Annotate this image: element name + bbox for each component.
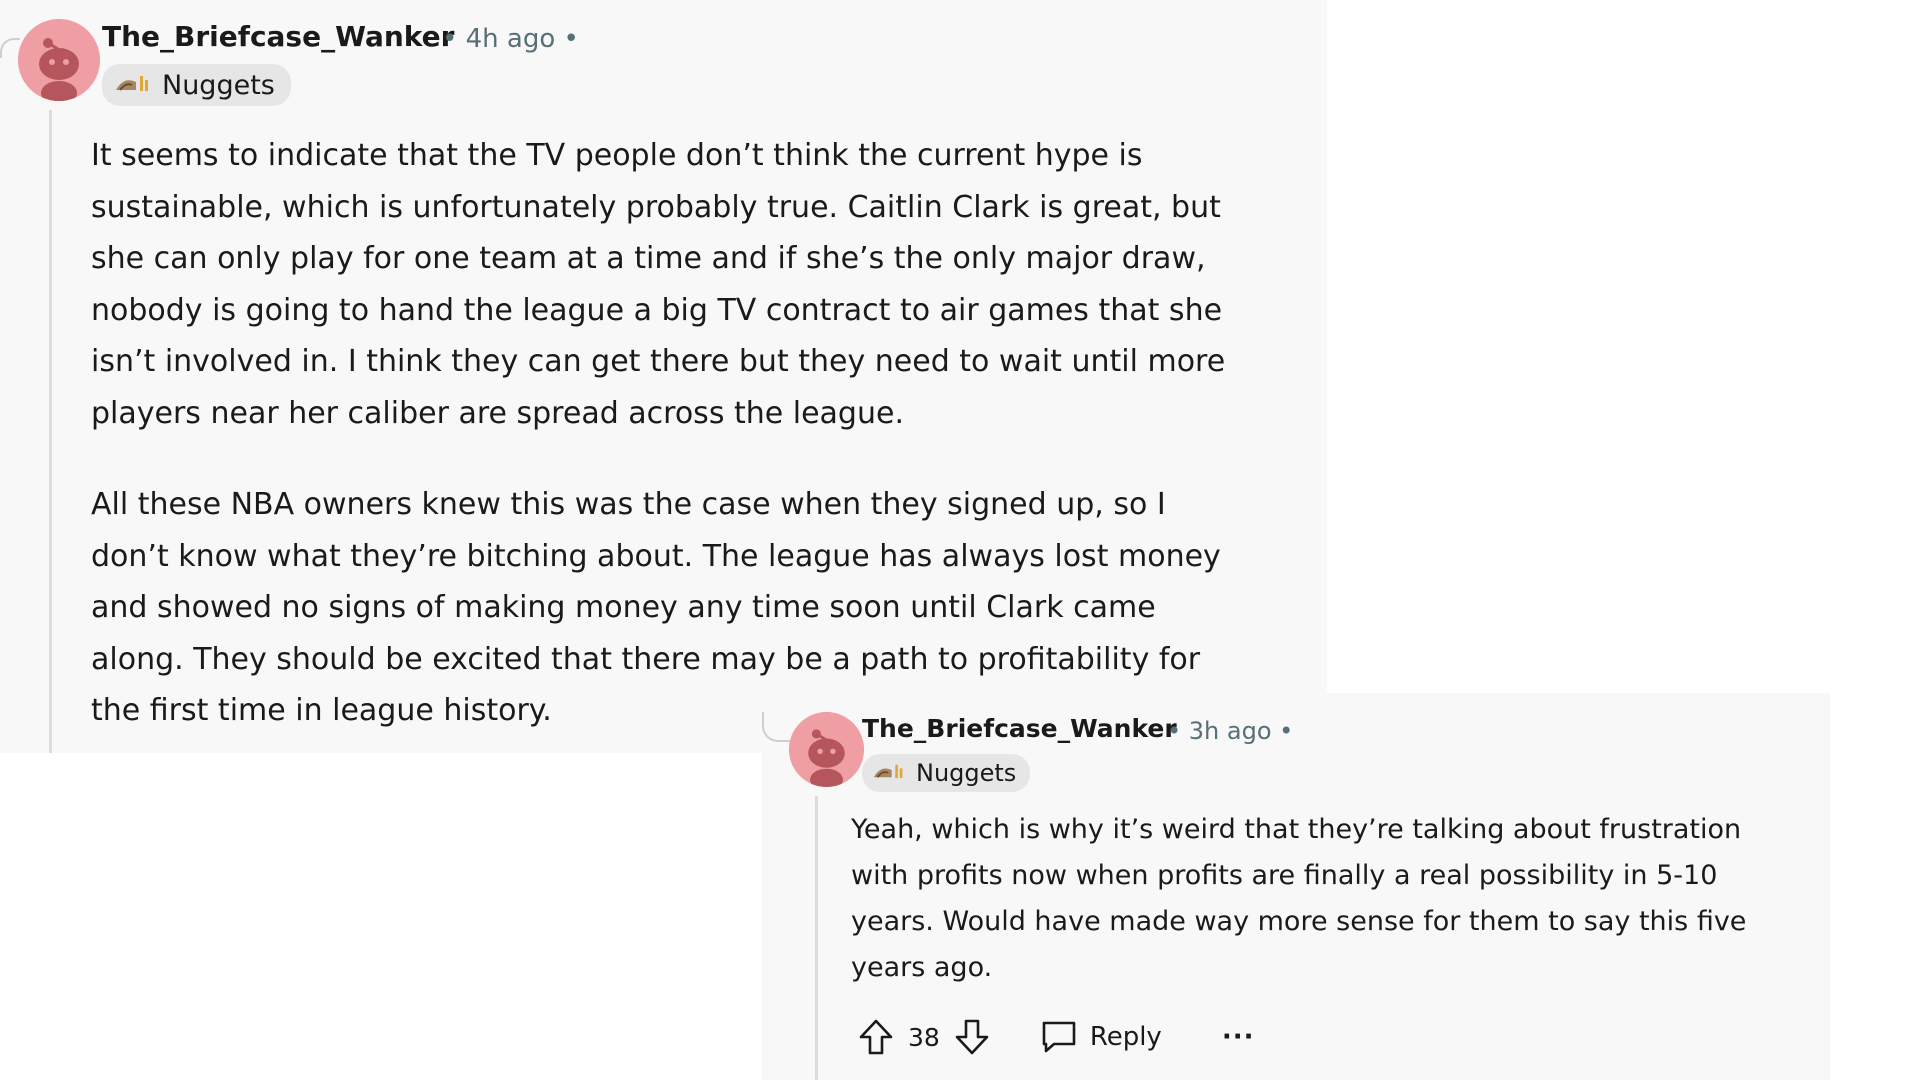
comment-body-paragraph-1: It seems to indicate that the TV people … — [91, 130, 1225, 439]
comment-text-line: All these NBA owners knew this was the c… — [91, 487, 1166, 522]
thread-line[interactable] — [49, 110, 52, 753]
reply-label: Reply — [1089, 1022, 1162, 1052]
comment-text-line: along. They should be excited that there… — [91, 641, 1201, 677]
comment-text-line: nobody is going to hand the league a big… — [91, 292, 1223, 328]
speech-bubble-icon — [1042, 1021, 1076, 1053]
comment-text-line: she can only play for one team at a time… — [91, 241, 1206, 276]
comment-text-line: It seems to indicate that the TV people … — [91, 138, 1143, 173]
more-options-button[interactable]: ··· — [1222, 1022, 1255, 1052]
comment-action-bar: 38 Reply ··· — [858, 1012, 1254, 1062]
comment-text-line: sustainable, which is unfortunately prob… — [91, 189, 1221, 225]
user-avatar[interactable] — [18, 19, 100, 101]
reply-button[interactable]: Reply — [1040, 1019, 1162, 1055]
downvote-arrow-icon — [955, 1019, 989, 1055]
user-flair: Nuggets — [862, 754, 1031, 792]
thread-line[interactable] — [815, 796, 818, 1080]
user-flair: Nuggets — [102, 64, 291, 106]
ellipsis-icon: ··· — [1221, 1022, 1255, 1052]
comment-text-line: Yeah, which is why it’s weird that they’… — [851, 814, 1742, 845]
user-avatar[interactable] — [789, 712, 864, 787]
flair-label: Nuggets — [916, 759, 1017, 787]
comment-timestamp: • 3h ago • — [1167, 717, 1294, 745]
comment-text-line: players near her caliber are spread acro… — [91, 395, 904, 431]
flair-label: Nuggets — [162, 69, 275, 101]
upvote-button[interactable] — [858, 1018, 894, 1056]
snoo-avatar-icon — [18, 19, 100, 101]
comment-body-paragraph-1: Yeah, which is why it’s weird that they’… — [851, 807, 1746, 991]
snoo-avatar-icon — [789, 712, 864, 787]
team-flair-icon — [114, 70, 152, 101]
team-flair-icon — [872, 759, 906, 787]
comment-timestamp: • 4h ago • — [442, 24, 579, 54]
comment-text-line: and showed no signs of making money any … — [91, 590, 1156, 625]
comment-text-line: don’t know what they’re bitching about. … — [91, 538, 1221, 574]
comment-text-line: years ago. — [851, 952, 993, 983]
vote-count: 38 — [908, 1022, 940, 1052]
comment-author[interactable]: The_Briefcase_Wanker — [102, 20, 454, 53]
comment-text-line: isn’t involved in. I think they can get … — [91, 344, 1226, 379]
comment-text-line: years. Would have made way more sense fo… — [851, 906, 1747, 937]
thread-connector — [762, 712, 790, 742]
comment-author[interactable]: The_Briefcase_Wanker — [862, 714, 1177, 743]
downvote-button[interactable] — [954, 1018, 990, 1056]
upvote-arrow-icon — [859, 1019, 893, 1055]
comment-text-line: with profits now when profits are finall… — [851, 860, 1718, 891]
